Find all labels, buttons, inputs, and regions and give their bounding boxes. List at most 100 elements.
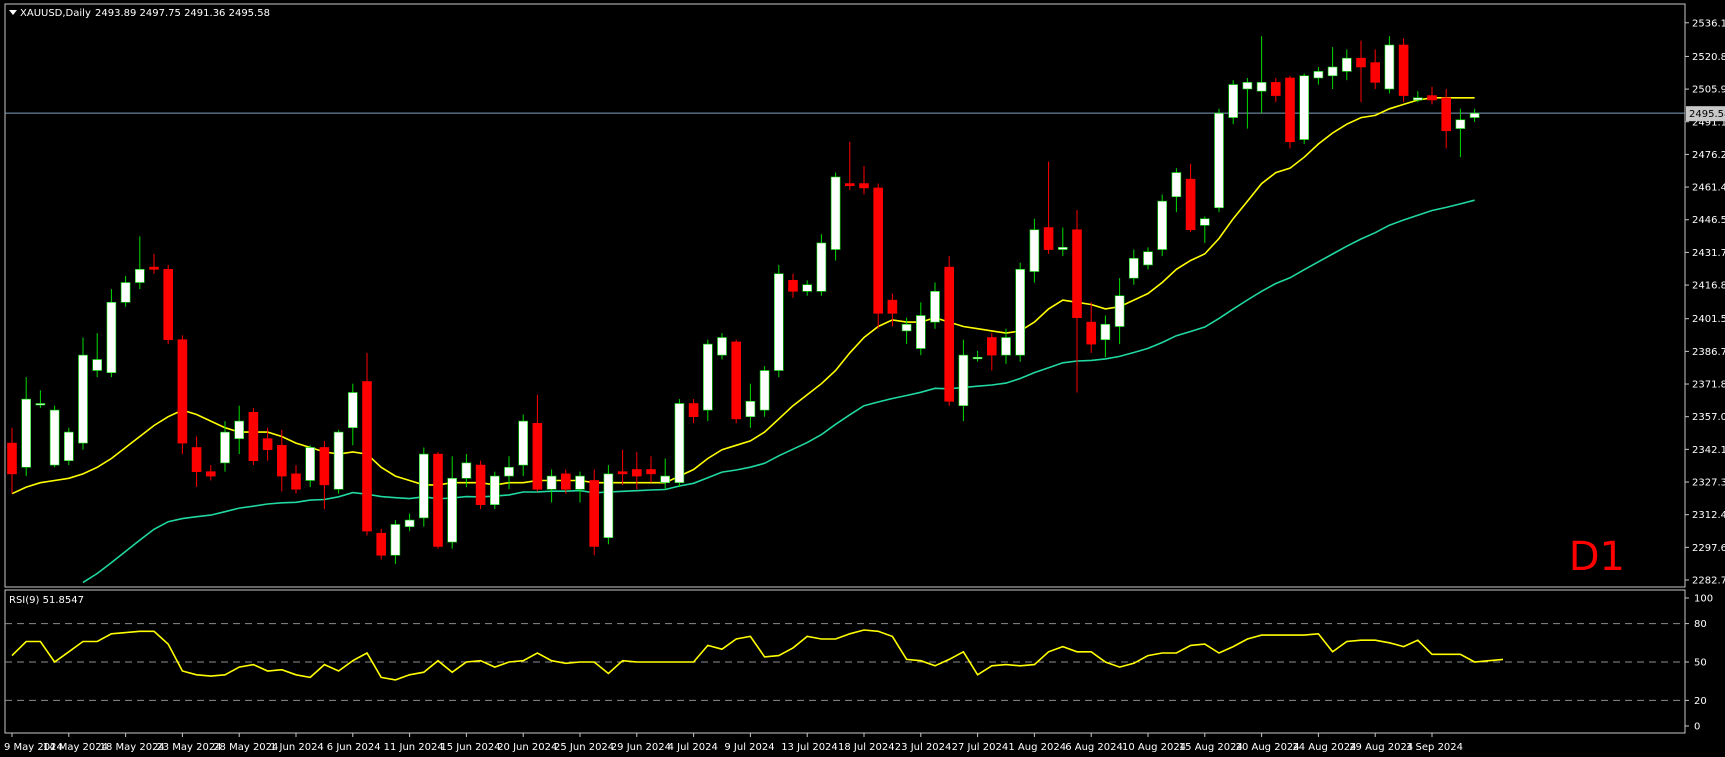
time-tick-label: 20 Aug 2024 <box>1236 742 1300 753</box>
candle <box>1285 75 1295 149</box>
candle <box>376 528 387 560</box>
candle-body <box>106 302 117 374</box>
candle-body <box>532 422 543 490</box>
candle-body <box>418 453 429 519</box>
candle-body <box>674 403 685 483</box>
candle-body <box>49 409 60 466</box>
candle-body <box>64 431 74 461</box>
candle <box>1228 80 1238 125</box>
candle <box>1015 262 1026 362</box>
candle-body <box>901 324 912 332</box>
candle-body <box>788 280 798 292</box>
rsi-header: RSI(9) 51.8547 <box>9 595 84 606</box>
time-tick-label: 9 Jul 2024 <box>724 742 774 753</box>
candle-body <box>1058 247 1068 250</box>
candle <box>944 256 955 406</box>
candle <box>674 399 685 488</box>
candle-body <box>1342 57 1352 72</box>
time-tick-label: 23 Jul 2024 <box>895 742 952 753</box>
candle-body <box>248 411 259 461</box>
price-tick-label: 2342.15 <box>1692 445 1725 456</box>
candle-body <box>333 431 344 490</box>
candle-body <box>1214 112 1224 209</box>
time-tick-label: 15 Aug 2024 <box>1179 742 1243 753</box>
candle-body <box>390 524 401 556</box>
price-tick-label: 2431.70 <box>1692 248 1725 259</box>
candle-body <box>859 183 869 189</box>
candle <box>1384 36 1395 94</box>
chart-canvas: 2536.102520.802505.952491.102476.252461.… <box>0 0 1725 757</box>
candle-body <box>1228 84 1238 118</box>
candle <box>1299 73 1309 144</box>
candle <box>177 335 188 455</box>
candle-body <box>404 519 415 527</box>
candle-body <box>745 400 756 417</box>
price-tick-label: 2476.25 <box>1692 150 1725 161</box>
time-tick-label: 1 Aug 2024 <box>1008 742 1066 753</box>
candle-body <box>1129 258 1139 279</box>
candle <box>1157 194 1167 257</box>
candle <box>106 289 117 378</box>
candle-body <box>92 359 102 371</box>
candle-body <box>646 469 656 475</box>
time-tick-label: 6 Jun 2024 <box>327 742 381 753</box>
candle-body <box>1256 82 1267 92</box>
candle-body <box>1143 251 1153 266</box>
candle-body <box>1200 218 1210 226</box>
candle <box>773 264 784 378</box>
candle-body <box>844 183 855 187</box>
candle-body <box>660 475 671 483</box>
price-tick-label: 2416.85 <box>1692 281 1725 292</box>
time-tick-label: 23 May 2024 <box>156 742 221 753</box>
candle-body <box>1043 227 1054 250</box>
candle-body <box>944 266 955 402</box>
candle-body <box>149 266 159 270</box>
candle-body <box>21 398 32 468</box>
candle-body <box>1469 112 1480 118</box>
price-tick-label: 2312.45 <box>1692 510 1725 521</box>
candle-body <box>1285 77 1295 143</box>
candle-body <box>1086 321 1096 345</box>
candle-body <box>1100 324 1111 341</box>
candle-body <box>177 339 188 444</box>
candle <box>163 264 173 345</box>
candle-body <box>1271 82 1281 96</box>
candle <box>418 447 429 527</box>
candle-body <box>617 471 628 475</box>
candle-body <box>1072 229 1082 319</box>
candle-body <box>1313 71 1324 79</box>
price-tick-label: 2327.30 <box>1692 478 1725 489</box>
rsi-tick-label: 100 <box>1694 594 1713 605</box>
candle-body <box>220 431 230 464</box>
time-tick-label: 3 Sep 2024 <box>1406 742 1463 753</box>
candle-body <box>163 269 173 341</box>
candle-body <box>873 187 884 314</box>
candle-body <box>35 403 46 406</box>
candle-body <box>1157 200 1167 250</box>
candle-body <box>78 354 88 444</box>
candle-body <box>376 532 387 556</box>
rsi-tick-label: 80 <box>1694 619 1707 630</box>
candle-body <box>958 354 969 406</box>
candle-body <box>915 315 926 349</box>
candle <box>433 451 443 549</box>
current-price-tag: 2495.58 <box>1686 106 1725 122</box>
candle-body <box>319 447 330 486</box>
candle-body <box>475 464 486 505</box>
candle-body <box>518 420 529 466</box>
time-tick-label: 6 Aug 2024 <box>1065 742 1123 753</box>
price-tick-label: 2536.10 <box>1692 18 1725 29</box>
candle <box>49 405 60 468</box>
candle-body <box>1015 269 1026 356</box>
price-tick-label: 2282.75 <box>1692 576 1725 587</box>
candle-body <box>986 337 997 356</box>
candle-body <box>702 343 713 411</box>
candle-body <box>1029 229 1040 272</box>
candle-body <box>887 299 898 314</box>
candle-body <box>1171 172 1182 198</box>
candle-body <box>461 462 472 479</box>
candle-body <box>1427 95 1437 101</box>
candle-body <box>1384 44 1395 90</box>
price-tick-label: 2386.70 <box>1692 347 1725 358</box>
candle <box>731 339 742 424</box>
